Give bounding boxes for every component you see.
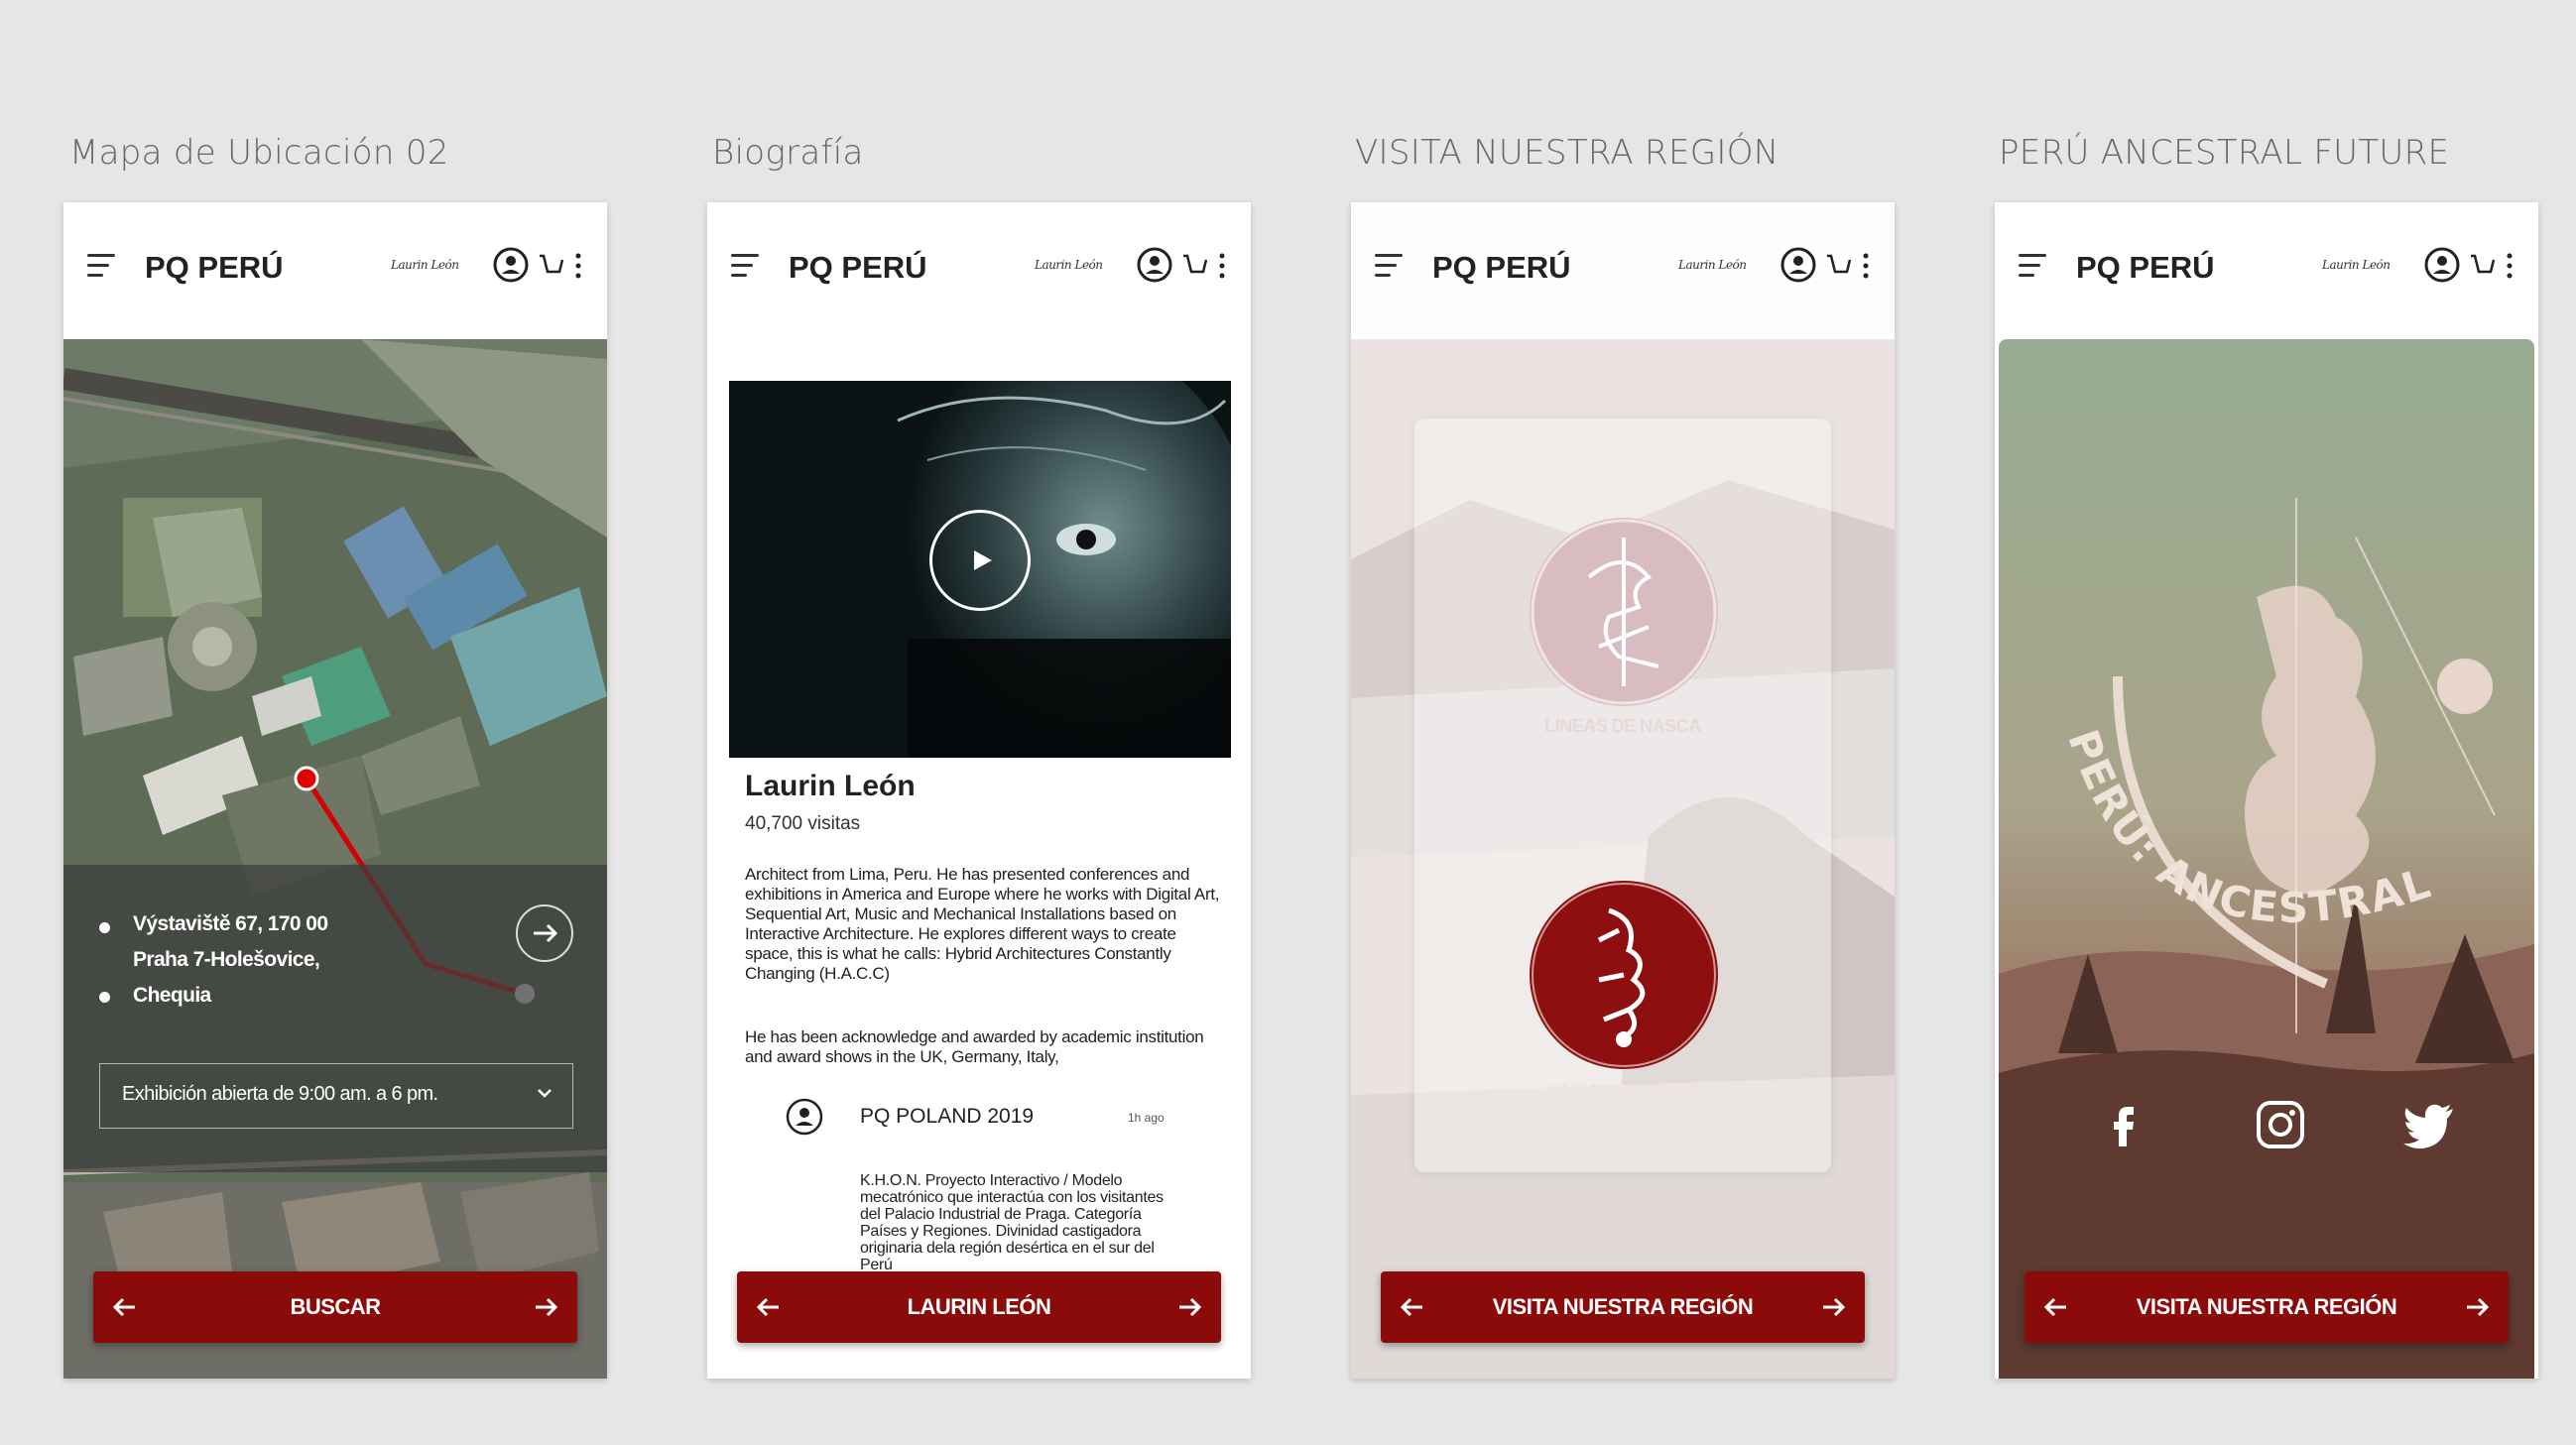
screen-region: PQ PERÚ Laurin León LINEAS DE NASCA LINE…	[1351, 202, 1895, 1379]
nasca-label[interactable]: LINEAS DE NASCA	[1414, 716, 1831, 737]
brand-title: PQ PERÚ	[2076, 250, 2215, 285]
signature-logo: Laurin León	[2322, 258, 2391, 272]
signature-logo: Laurin León	[391, 258, 459, 272]
region-button-label: VISITA NUESTRA REGIÓN	[1492, 1294, 1754, 1319]
more-icon[interactable]	[2507, 252, 2513, 280]
brand-title: PQ PERÚ	[789, 250, 927, 285]
location-info-panel: Výstaviště 67, 170 00 Praha 7-Holešovice…	[63, 865, 607, 1172]
arrow-right-icon	[2467, 1297, 2490, 1317]
arrow-right-icon	[534, 923, 558, 943]
visit-count: 40,700 visitas	[745, 813, 861, 834]
more-icon[interactable]	[575, 252, 581, 280]
more-icon[interactable]	[1863, 252, 1869, 280]
arrow-left-icon	[112, 1297, 135, 1317]
user-icon[interactable]	[1136, 246, 1173, 284]
user-icon[interactable]	[492, 246, 530, 284]
artboard-label-future: PERÚ ANCESTRAL FUTURE	[1999, 133, 2450, 173]
cart-icon[interactable]	[538, 252, 563, 280]
address-line-3: Chequia	[133, 984, 211, 1007]
app-bar: PQ PERÚ Laurin León	[1995, 202, 2538, 339]
app-bar: PQ PERÚ Laurin León	[1351, 202, 1895, 339]
menu-icon[interactable]	[1375, 254, 1405, 278]
route-dot	[99, 992, 110, 1003]
artboard-label-map: Mapa de Ubicación 02	[69, 133, 449, 173]
arrow-right-icon	[536, 1297, 558, 1317]
post-title[interactable]: PQ POLAND 2019	[860, 1105, 1034, 1129]
hours-dropdown[interactable]: Exhibición abierta de 9:00 am. a 6 pm.	[99, 1063, 573, 1129]
screen-bio: PQ PERÚ Laurin León Laurin León 40,700 v…	[707, 202, 1251, 1379]
artist-name: Laurin León	[745, 770, 916, 802]
post-body: K.H.O.N. Proyecto Interactivo / Modelo m…	[860, 1172, 1164, 1273]
menu-icon[interactable]	[87, 254, 117, 278]
palpa-label[interactable]: LINEAS DE PALPA	[1414, 1081, 1831, 1102]
signature-logo: Laurin León	[1678, 258, 1747, 272]
more-icon[interactable]	[1219, 252, 1225, 280]
user-icon[interactable]	[1779, 246, 1817, 284]
instagram-icon[interactable]	[2251, 1095, 2310, 1154]
region-card: LINEAS DE NASCA LINEAS DE PALPA	[1414, 419, 1831, 1172]
search-button-label: BUSCAR	[290, 1294, 381, 1319]
hours-text: Exhibición abierta de 9:00 am. a 6 pm.	[122, 1083, 438, 1105]
brand-title: PQ PERÚ	[1432, 250, 1571, 285]
artboard-label-bio: Biografía	[712, 133, 864, 173]
video-player[interactable]	[729, 381, 1231, 758]
play-button[interactable]	[929, 510, 1031, 611]
region-button-label: VISITA NUESTRA REGIÓN	[2136, 1294, 2397, 1319]
arrow-left-icon	[2043, 1297, 2066, 1317]
arrow-left-icon	[1400, 1297, 1422, 1317]
menu-icon[interactable]	[2019, 254, 2048, 278]
play-icon	[974, 550, 992, 570]
cart-icon[interactable]	[1181, 252, 1207, 280]
palpa-emblem[interactable]	[1530, 881, 1718, 1069]
arrow-left-icon	[756, 1297, 779, 1317]
artboard-label-region: VISITA NUESTRA REGIÓN	[1355, 133, 1779, 173]
region-button[interactable]: VISITA NUESTRA REGIÓN	[2024, 1271, 2509, 1343]
user-icon[interactable]	[2423, 246, 2461, 284]
cart-icon[interactable]	[1825, 252, 1851, 280]
screen-map: PQ PERÚ Laurin León Výstaviště 67, 170 0…	[63, 202, 607, 1379]
address-line-1: Výstaviště 67, 170 00	[133, 912, 328, 935]
satellite-map[interactable]: Výstaviště 67, 170 00 Praha 7-Holešovice…	[63, 339, 607, 1379]
menu-icon[interactable]	[731, 254, 761, 278]
address-line-2: Praha 7-Holešovice,	[133, 948, 320, 971]
app-bar: PQ PERÚ Laurin León	[63, 202, 607, 339]
facebook-icon[interactable]	[2094, 1095, 2153, 1154]
post-time: 1h ago	[1128, 1111, 1165, 1125]
avatar-icon	[786, 1098, 823, 1136]
directions-button[interactable]	[516, 904, 573, 962]
route-dot	[99, 922, 110, 933]
region-button[interactable]: VISITA NUESTRA REGIÓN	[1381, 1271, 1865, 1343]
signature-logo: Laurin León	[1035, 258, 1103, 272]
search-button[interactable]: BUSCAR	[93, 1271, 577, 1343]
app-bar: PQ PERÚ Laurin León	[707, 202, 1251, 339]
artist-button-label: LAURIN LEÓN	[907, 1294, 1051, 1319]
sunset-landscape-background: PERÚ: ANCESTRAL FUTURE	[1999, 339, 2534, 1379]
cart-icon[interactable]	[2469, 252, 2495, 280]
twitter-icon[interactable]	[2399, 1095, 2459, 1154]
brand-title: PQ PERÚ	[145, 250, 284, 285]
artist-button[interactable]: LAURIN LEÓN	[737, 1271, 1221, 1343]
arrow-right-icon	[1179, 1297, 1202, 1317]
nasca-emblem[interactable]	[1530, 518, 1718, 706]
palpa-glyph-icon	[1532, 883, 1716, 1067]
chevron-down-icon	[538, 1089, 552, 1098]
screen-ancestral-future: PQ PERÚ Laurin León PERÚ: ANCESTRAL VISI…	[1995, 202, 2538, 1379]
nasca-glyph-icon	[1531, 519, 1717, 705]
bio-paragraph-2: He has been acknowledge and awarded by a…	[745, 1027, 1204, 1066]
arrow-right-icon	[1823, 1297, 1846, 1317]
bio-paragraph-1: Architect from Lima, Peru. He has presen…	[745, 865, 1220, 983]
